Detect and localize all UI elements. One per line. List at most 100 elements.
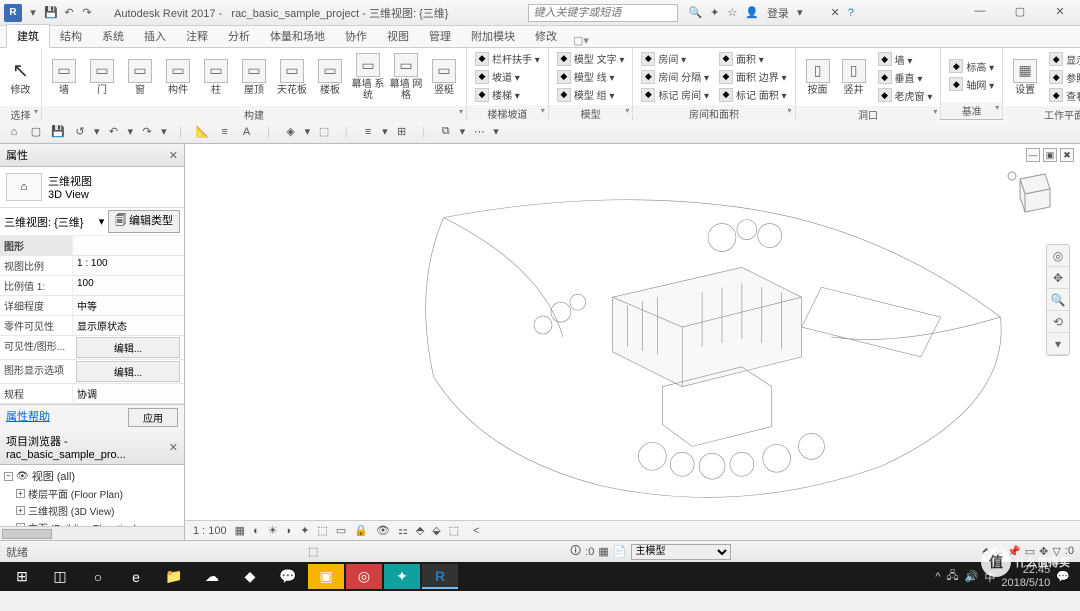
room-btn-r-1[interactable]: ◆面积 边界 ▾ <box>715 68 791 85</box>
build-btn-8[interactable]: ▭幕墙 系统 <box>350 50 386 104</box>
build-btn-6[interactable]: ▭天花板 <box>274 50 310 104</box>
viewcube[interactable] <box>1000 164 1060 224</box>
work-btn-0[interactable]: ◆显示 ▾ <box>1045 51 1080 68</box>
worksets-icon[interactable]: ⬘ <box>414 524 426 537</box>
shadows-icon[interactable]: ◗ <box>284 525 295 537</box>
prop-row-5[interactable]: 图形显示选项编辑... <box>0 360 184 384</box>
panel-datum-label[interactable]: 基准 <box>941 102 1002 119</box>
tree-item-1[interactable]: +三维视图 (3D View) <box>2 502 182 519</box>
work-btn-2[interactable]: ◆查看器 ▾ <box>1045 87 1080 104</box>
qat-open-icon[interactable]: ▾ <box>26 6 40 20</box>
text-icon[interactable]: A <box>239 124 255 140</box>
modify-button[interactable]: ↖ 修改 <box>4 50 37 104</box>
more-icon[interactable]: ⋯ <box>471 124 487 140</box>
properties-header[interactable]: 属性 ✕ <box>0 144 184 167</box>
align-icon[interactable]: ≡ <box>217 124 233 140</box>
tree-item-2[interactable]: +立面 (Building Elevation) <box>2 519 182 526</box>
scale-display[interactable]: 1 : 100 <box>191 525 229 537</box>
wechat-icon[interactable]: 💬 <box>270 564 306 589</box>
sync-icon[interactable]: ↺ <box>72 124 88 140</box>
tab-analyze[interactable]: 分析 <box>218 25 260 47</box>
revit-app-icon[interactable]: R <box>4 4 22 22</box>
star-icon[interactable]: ☆ <box>727 6 737 19</box>
help-search-input[interactable] <box>528 4 678 22</box>
cloud-icon[interactable]: ☁ <box>194 564 230 589</box>
room-btn-l-2[interactable]: ◆标记 房间 ▾ <box>637 86 713 103</box>
browser-header[interactable]: 项目浏览器 - rac_basic_sample_pro... ✕ <box>0 430 184 465</box>
analytical-icon[interactable]: ⬙ <box>430 524 442 537</box>
prop-row-1[interactable]: 比例值 1:100 <box>0 276 184 296</box>
app4-icon[interactable]: ✦ <box>384 564 420 589</box>
temp-hide-icon[interactable]: 👁 <box>374 524 392 537</box>
tab-systems[interactable]: 系统 <box>92 25 134 47</box>
type-selector[interactable]: ⌂ 三维视图 3D View <box>0 167 184 208</box>
tab-architecture[interactable]: 建筑 <box>6 24 50 48</box>
panel-model-label[interactable]: 模型 <box>549 105 633 122</box>
tray-vol-icon[interactable]: 🔊 <box>965 570 979 583</box>
taskview-icon[interactable]: ◫ <box>42 564 78 589</box>
model-btn-2[interactable]: ◆模型 组 ▾ <box>553 86 629 103</box>
prop-row-0[interactable]: 视图比例1 : 100 <box>0 256 184 276</box>
ramp-btn-0[interactable]: ◆栏杆扶手 ▾ <box>471 50 544 67</box>
ramp-btn-2[interactable]: ◆楼梯 ▾ <box>471 86 544 103</box>
save-icon[interactable]: 💾 <box>50 124 66 140</box>
new-icon[interactable]: ▢ <box>28 124 44 140</box>
tray-net-icon[interactable]: 🖧 <box>946 567 958 586</box>
pan-icon[interactable]: ✥ <box>1047 267 1069 289</box>
detail-level-icon[interactable]: ▦ <box>233 524 247 537</box>
opening-small-0[interactable]: ◆墙 ▾ <box>874 51 937 68</box>
model-btn-1[interactable]: ◆模型 线 ▾ <box>553 68 629 85</box>
build-btn-1[interactable]: ▭门 <box>84 50 120 104</box>
tab-collaborate[interactable]: 协作 <box>335 25 377 47</box>
navigation-bar[interactable]: ◎ ✥ 🔍 ⟲ ▾ <box>1046 244 1070 356</box>
edit-type-button[interactable]: 🗐 编辑类型 <box>108 210 180 233</box>
model-group-combo[interactable]: 主模型 <box>631 544 731 560</box>
steering-wheel-icon[interactable]: ◎ <box>1047 245 1069 267</box>
app3-icon[interactable]: ◎ <box>346 564 382 589</box>
nav-more-icon[interactable]: ▾ <box>1047 333 1069 355</box>
opening-small-1[interactable]: ◆垂直 ▾ <box>874 69 937 86</box>
visual-style-icon[interactable]: ◐ <box>251 525 262 537</box>
close-views-icon[interactable]: ⊞ <box>394 124 410 140</box>
app2-icon[interactable]: ▣ <box>308 564 344 589</box>
home-icon[interactable]: ⌂ <box>6 124 22 140</box>
datum-btn-0[interactable]: ◆标高 ▾ <box>945 58 998 75</box>
qat-undo-icon[interactable]: ↶ <box>62 6 76 20</box>
panel-select-label[interactable]: 选择 <box>0 106 41 123</box>
build-btn-5[interactable]: ▭屋顶 <box>236 50 272 104</box>
properties-close-icon[interactable]: ✕ <box>169 149 178 162</box>
orbit-icon[interactable]: ⟲ <box>1047 311 1069 333</box>
help-icon[interactable]: ? <box>848 7 854 19</box>
tree-root-views[interactable]: −👁 视图 (all) <box>2 467 182 485</box>
build-btn-4[interactable]: ▭柱 <box>198 50 234 104</box>
minimize-button[interactable]: — <box>960 0 1000 22</box>
tab-view[interactable]: 视图 <box>377 25 419 47</box>
build-btn-7[interactable]: ▭楼板 <box>312 50 348 104</box>
room-btn-r-0[interactable]: ◆面积 ▾ <box>715 50 791 67</box>
build-btn-3[interactable]: ▭构件 <box>160 50 196 104</box>
opening-big-0[interactable]: ▯按面 <box>800 50 836 104</box>
tree-item-0[interactable]: +楼层平面 (Floor Plan) <box>2 485 182 502</box>
redo2-icon[interactable]: ↷ <box>139 124 155 140</box>
tab-structure[interactable]: 结构 <box>50 25 92 47</box>
tray-up-icon[interactable]: ^ <box>935 571 940 583</box>
signin-dropdown-icon[interactable]: ▾ <box>797 6 803 19</box>
expand-icon[interactable]: + <box>16 489 25 498</box>
instance-filter[interactable]: 三维视图: {三维} <box>4 214 95 230</box>
section-icon[interactable]: ⬚ <box>316 124 332 140</box>
close-button[interactable]: ✕ <box>1040 0 1080 22</box>
properties-help-link[interactable]: 属性帮助 <box>6 408 50 427</box>
measure-icon[interactable]: 📐 <box>195 124 211 140</box>
maximize-button[interactable]: ▢ <box>1000 0 1040 22</box>
sun-path-icon[interactable]: ☀ <box>266 524 280 537</box>
constraints-icon[interactable]: ⬚ <box>447 524 461 537</box>
model-btn-0[interactable]: ◆模型 文字 ▾ <box>553 50 629 67</box>
revit-task-icon[interactable]: R <box>422 564 458 589</box>
build-btn-0[interactable]: ▭墙 <box>46 50 82 104</box>
keys-icon[interactable]: ✦ <box>710 6 719 19</box>
properties-apply-button[interactable]: 应用 <box>128 408 178 427</box>
build-btn-10[interactable]: ▭竖梃 <box>426 50 462 104</box>
panel-workplane-label[interactable]: 工作平面 <box>1003 106 1080 123</box>
search-icon[interactable]: 🔍 <box>688 6 702 19</box>
prop-row-4[interactable]: 可见性/图形...编辑... <box>0 336 184 360</box>
